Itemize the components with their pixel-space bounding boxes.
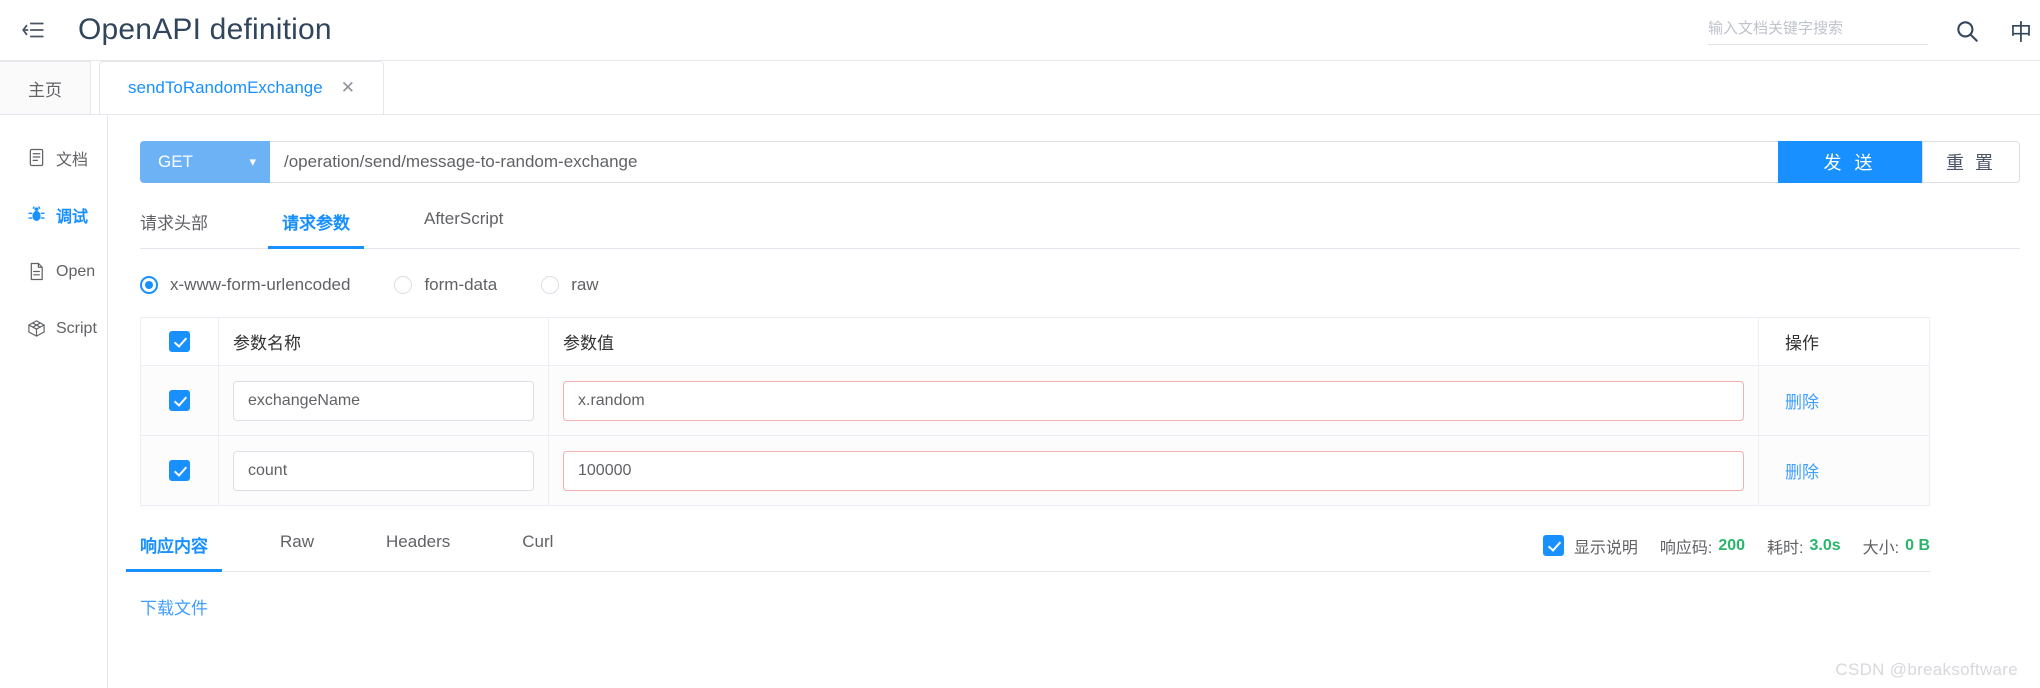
row-param-name-cell <box>219 366 549 435</box>
response-size-value: 0 B <box>1905 536 1930 554</box>
row-checkbox[interactable] <box>169 460 190 481</box>
param-value-input[interactable] <box>563 450 1744 491</box>
sidebar-item-open[interactable]: Open <box>0 243 107 300</box>
document-tab-strip: 主页 sendToRandomExchange ✕ <box>0 61 2040 115</box>
table-row: 删除 <box>141 436 1929 506</box>
tab-response-headers[interactable]: Headers <box>386 532 450 571</box>
row-param-value-cell <box>549 366 1759 435</box>
request-tabs: 请求头部 请求参数 AfterScript <box>140 209 2020 249</box>
tab-response-curl[interactable]: Curl <box>522 532 553 571</box>
http-method-value: GET <box>158 152 193 171</box>
body-container: 文档 调试 Open Script GET ▾ /operation/send/… <box>0 115 2040 688</box>
row-param-name-cell <box>219 436 549 505</box>
header-cell-param-name: 参数名称 <box>219 318 549 365</box>
table-header-row: 参数名称 参数值 操作 <box>141 318 1929 366</box>
sidebar-item-label: Script <box>56 319 97 337</box>
tab-response-raw[interactable]: Raw <box>280 532 314 571</box>
close-icon[interactable]: ✕ <box>341 78 355 98</box>
sidebar-item-script[interactable]: Script <box>0 300 107 357</box>
doc-tab-label: 主页 <box>28 80 62 100</box>
params-table: 参数名称 参数值 操作 删除 <box>140 317 1930 506</box>
menu-fold-icon[interactable] <box>18 15 48 45</box>
search-field-wrapper <box>1708 16 1928 45</box>
row-action-cell: 删除 <box>1759 366 1929 435</box>
sidebar-item-label: Open <box>56 262 96 280</box>
param-name-input[interactable] <box>233 380 534 421</box>
watermark: CSDN @breaksoftware <box>1835 660 2018 679</box>
header-cell-param-value: 参数值 <box>549 318 1759 365</box>
sidebar-item-label: 文档 <box>56 151 89 169</box>
search-icon[interactable] <box>1950 14 1984 48</box>
status-code-label: 响应码: <box>1659 539 1713 557</box>
body-type-radio-group: x-www-form-urlencoded form-data raw <box>140 275 2020 295</box>
delete-row-button[interactable]: 删除 <box>1785 388 1819 413</box>
radio-label: raw <box>571 275 599 294</box>
header-cell-select-all <box>141 318 219 365</box>
sidebar: 文档 调试 Open Script <box>0 115 108 688</box>
search-input[interactable] <box>1708 16 1928 45</box>
doc-tab-home[interactable]: 主页 <box>0 61 91 114</box>
radio-indicator <box>140 276 158 294</box>
radio-x-www-form-urlencoded[interactable]: x-www-form-urlencoded <box>140 275 350 295</box>
param-value-input[interactable] <box>563 380 1744 421</box>
radio-indicator <box>394 276 413 294</box>
show-description-checkbox[interactable] <box>1542 535 1564 556</box>
tab-request-headers[interactable]: 请求头部 <box>140 209 208 248</box>
row-select-cell <box>141 366 219 435</box>
sidebar-item-label: 调试 <box>56 208 89 226</box>
row-action-cell: 删除 <box>1759 436 1929 505</box>
sidebar-item-debug[interactable]: 调试 <box>0 186 107 243</box>
request-url-input[interactable] <box>270 141 1778 183</box>
reset-button[interactable]: 重 置 <box>1922 141 2020 183</box>
response-tab-bar: 响应内容 Raw Headers Curl 显示说明 响应码: 200 耗时: … <box>126 532 1930 572</box>
header-right-group: 中 <box>1708 0 2040 61</box>
radio-indicator <box>541 276 560 294</box>
main-panel: GET ▾ 发 送 重 置 请求头部 请求参数 AfterScript x-ww… <box>108 115 2040 688</box>
app-header: OpenAPI definition 中 <box>0 0 2040 61</box>
bug-icon <box>26 205 46 224</box>
radio-label: form-data <box>424 275 498 294</box>
tab-request-params[interactable]: 请求参数 <box>268 209 364 249</box>
radio-label: x-www-form-urlencoded <box>170 275 351 294</box>
tab-afterscript[interactable]: AfterScript <box>424 209 503 248</box>
delete-row-button[interactable]: 删除 <box>1785 458 1819 483</box>
row-checkbox[interactable] <box>169 390 190 411</box>
download-file-link[interactable]: 下载文件 <box>140 594 208 619</box>
response-status-group: 显示说明 响应码: 200 耗时: 3.0s 大小: 0 B <box>1542 534 1930 570</box>
select-all-checkbox[interactable] <box>169 331 190 352</box>
header-cell-action: 操作 <box>1785 334 1819 353</box>
language-toggle[interactable]: 中 <box>2010 15 2040 47</box>
elapsed-time-value: 3.0s <box>1809 536 1841 554</box>
elapsed-time-label: 耗时: <box>1767 539 1804 557</box>
row-select-cell <box>141 436 219 505</box>
page-title: OpenAPI definition <box>78 13 332 46</box>
cube-icon <box>26 319 46 338</box>
param-name-input[interactable] <box>233 450 534 491</box>
sidebar-item-document[interactable]: 文档 <box>0 129 107 186</box>
document-icon <box>26 148 46 167</box>
radio-raw[interactable]: raw <box>541 275 599 295</box>
chevron-down-icon: ▾ <box>249 154 256 169</box>
main-inner: GET ▾ 发 送 重 置 请求头部 请求参数 AfterScript x-ww… <box>126 141 2020 619</box>
send-button[interactable]: 发 送 <box>1778 141 1922 183</box>
status-code-value: 200 <box>1718 536 1746 554</box>
request-url-row: GET ▾ 发 送 重 置 <box>140 141 2020 183</box>
response-tabs: 响应内容 Raw Headers Curl <box>126 532 625 572</box>
doc-tab-label: sendToRandomExchange <box>128 78 323 97</box>
radio-form-data[interactable]: form-data <box>394 275 497 295</box>
doc-tab-sendtorandomexchange[interactable]: sendToRandomExchange ✕ <box>99 61 384 114</box>
table-row: 删除 <box>141 366 1929 436</box>
tab-response-content[interactable]: 响应内容 <box>126 532 222 572</box>
row-param-value-cell <box>549 436 1759 505</box>
response-size-label: 大小: <box>1862 539 1900 557</box>
show-description-label: 显示说明 <box>1573 539 1638 557</box>
file-icon <box>26 262 46 281</box>
http-method-select[interactable]: GET ▾ <box>140 141 270 183</box>
